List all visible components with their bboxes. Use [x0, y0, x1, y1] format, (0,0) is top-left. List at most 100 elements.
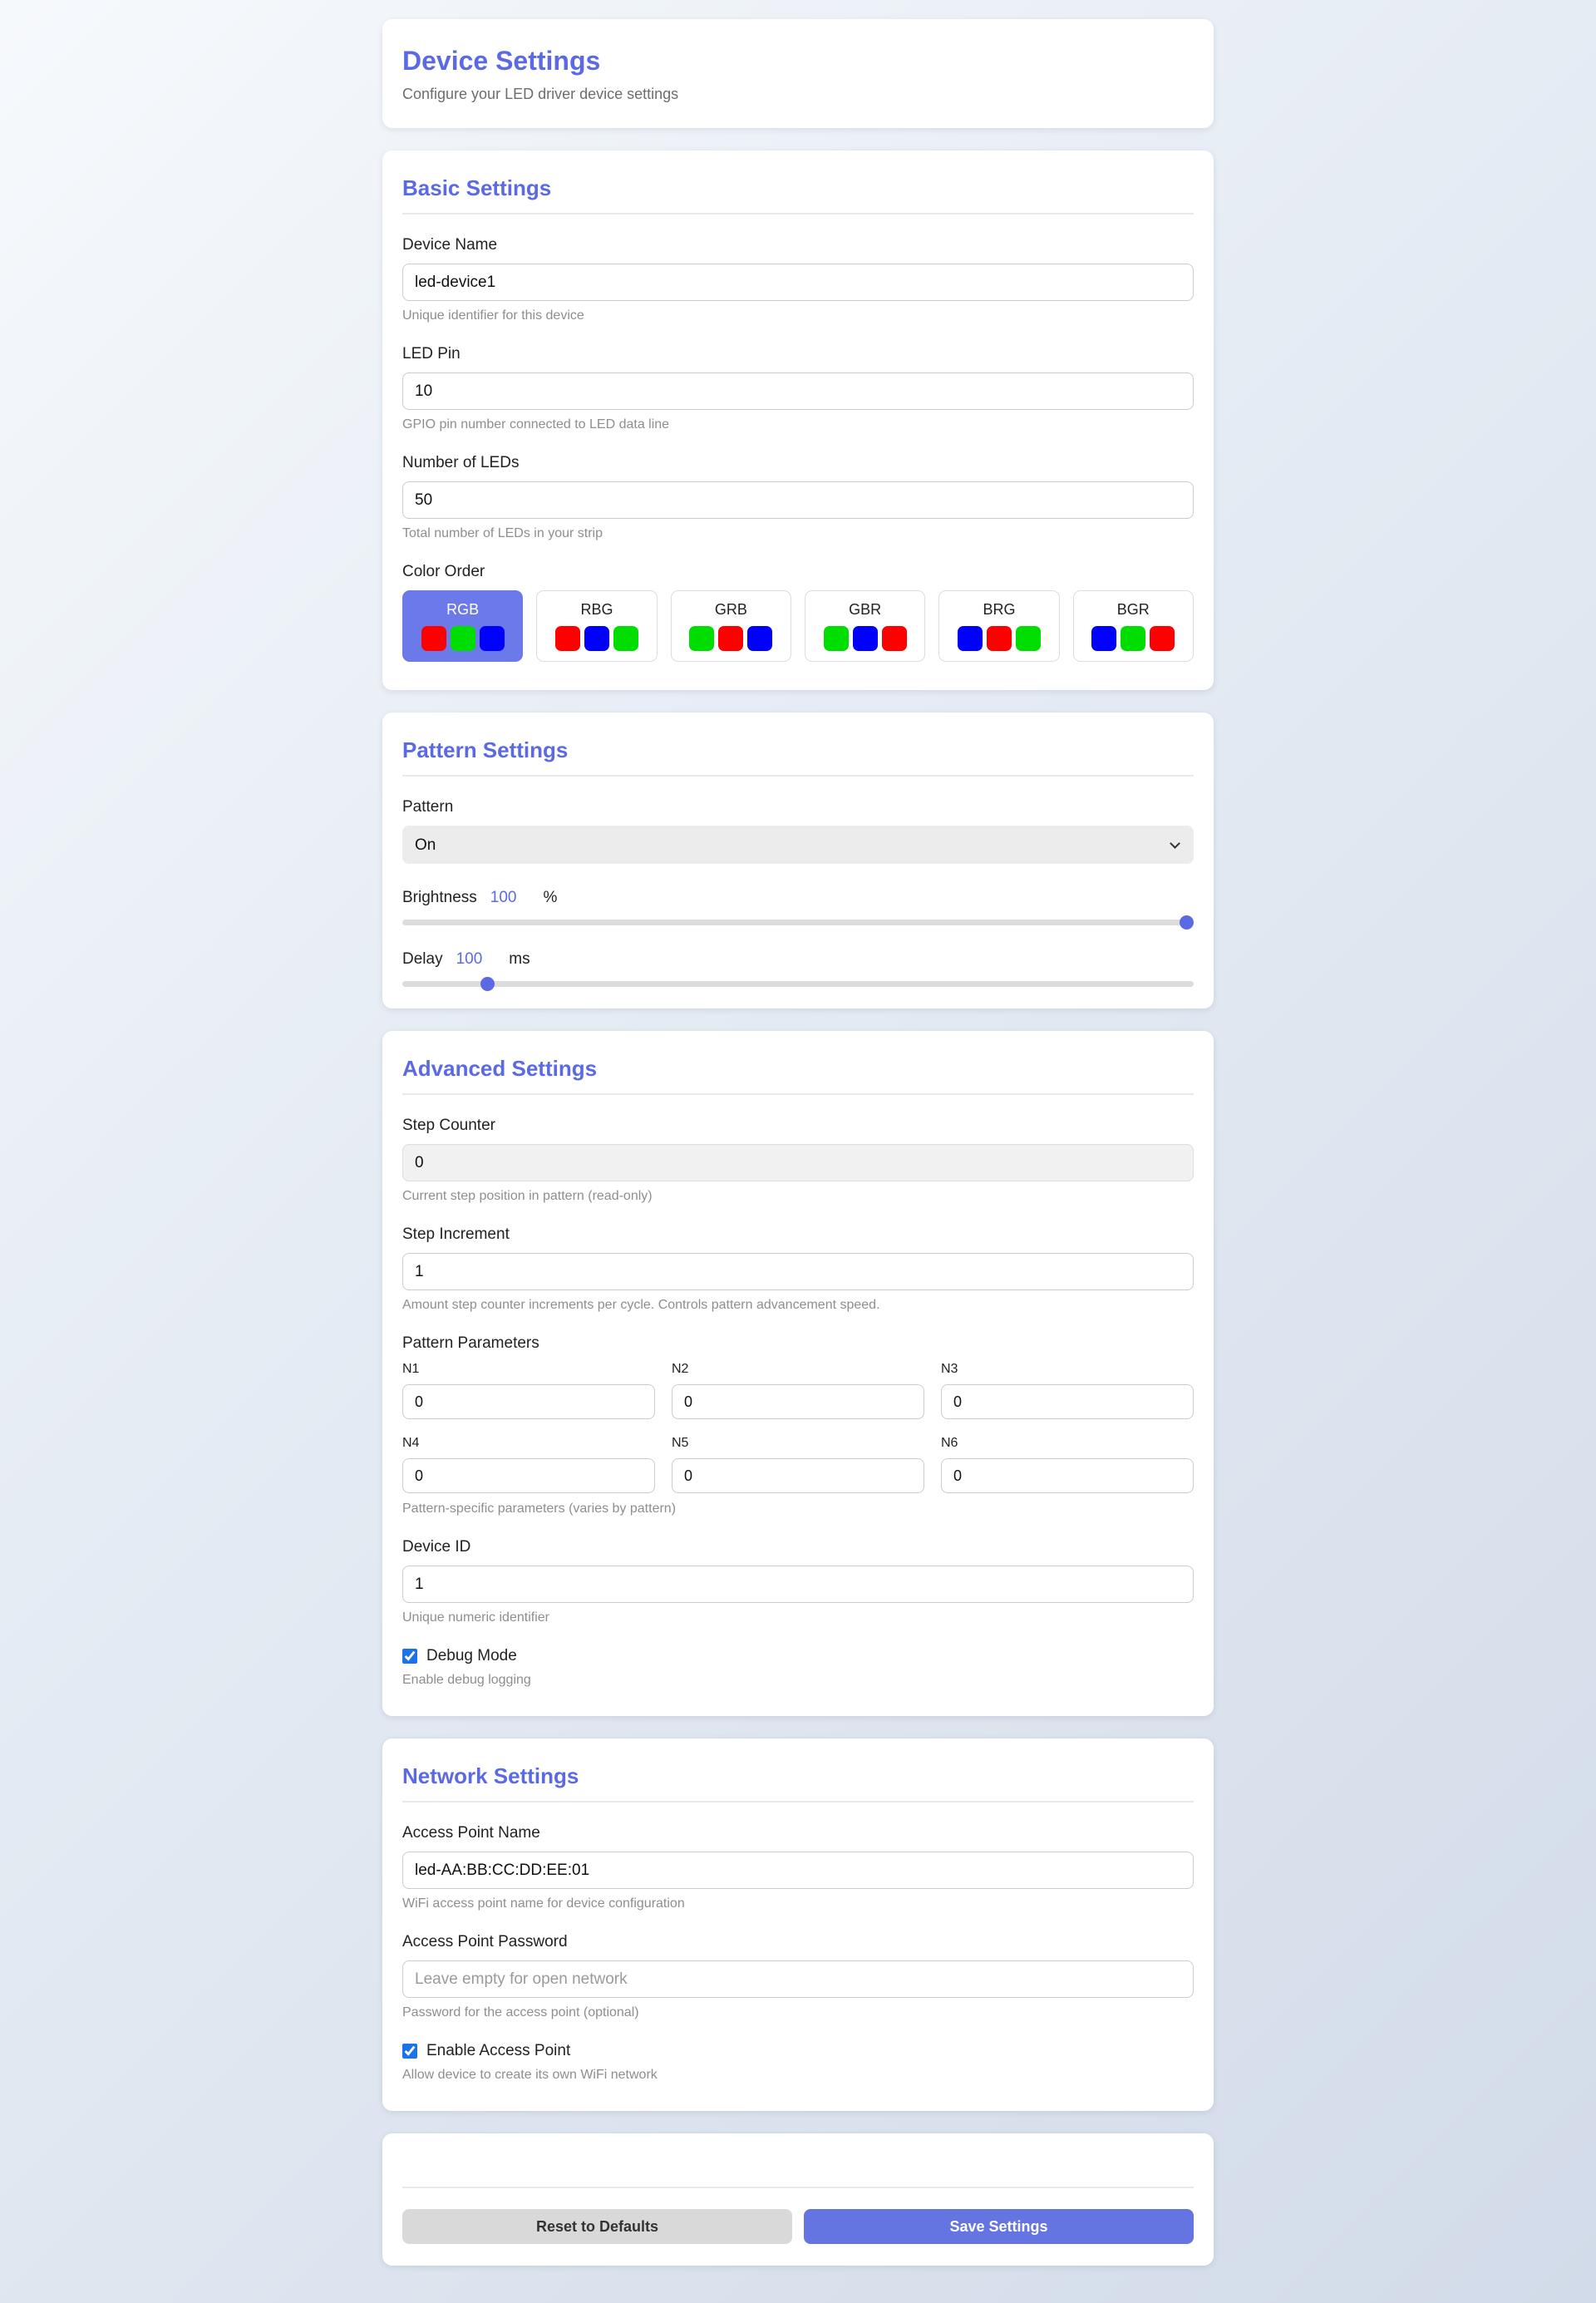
section-divider: [402, 1801, 1194, 1802]
footer-spacer: [402, 2155, 1194, 2187]
section-divider: [402, 1093, 1194, 1095]
device-id-label: Device ID: [402, 1538, 1194, 1556]
pattern-parameters-help: Pattern-specific parameters (varies by p…: [402, 1502, 1194, 1516]
color-order-option-grb[interactable]: GRB: [671, 590, 791, 662]
param-n3-label: N3: [941, 1362, 1194, 1377]
delay-head: Delay 100 ms: [402, 950, 1194, 969]
ap-password-field: Access Point Password Password for the a…: [402, 1933, 1194, 2020]
device-id-input[interactable]: [402, 1566, 1194, 1603]
color-order-group: RGB RBG GRB: [402, 590, 1194, 662]
param-n4-input[interactable]: [402, 1458, 655, 1493]
page-header-card: Device Settings Configure your LED drive…: [382, 19, 1214, 128]
param-n5-input[interactable]: [672, 1458, 924, 1493]
device-name-input[interactable]: [402, 264, 1194, 301]
section-divider: [402, 775, 1194, 777]
ap-password-input[interactable]: [402, 1960, 1194, 1998]
color-swatch: [882, 626, 907, 651]
color-order-field: Color Order RGB RBG: [402, 563, 1194, 662]
color-order-option-label: GBR: [849, 601, 881, 619]
color-swatch: [1016, 626, 1041, 651]
save-settings-button[interactable]: Save Settings: [804, 2209, 1194, 2244]
device-id-field: Device ID Unique numeric identifier: [402, 1538, 1194, 1625]
color-order-option-rbg[interactable]: RBG: [536, 590, 657, 662]
actions-divider: [402, 2187, 1194, 2188]
num-leds-input[interactable]: [402, 481, 1194, 519]
step-increment-input[interactable]: [402, 1253, 1194, 1290]
color-order-label: Color Order: [402, 563, 1194, 581]
color-swatch: [987, 626, 1012, 651]
pattern-label: Pattern: [402, 798, 1194, 816]
param-n2-label: N2: [672, 1362, 924, 1377]
color-order-option-rgb[interactable]: RGB: [402, 590, 523, 662]
brightness-value: 100: [490, 889, 517, 907]
pattern-select-wrap: On: [402, 826, 1194, 864]
color-swatches: [824, 626, 907, 651]
param-n4: N4: [402, 1436, 655, 1493]
color-swatch: [584, 626, 609, 651]
param-n6: N6: [941, 1436, 1194, 1493]
param-n1-label: N1: [402, 1362, 655, 1377]
color-order-option-brg[interactable]: BRG: [938, 590, 1059, 662]
debug-mode-checkbox[interactable]: [402, 1649, 417, 1664]
color-swatch: [613, 626, 638, 651]
color-swatches: [689, 626, 772, 651]
color-swatch: [1121, 626, 1145, 651]
color-swatch: [718, 626, 743, 651]
debug-mode-field: Debug Mode Enable debug logging: [402, 1647, 1194, 1688]
color-order-option-label: RGB: [446, 601, 479, 619]
led-pin-help: GPIO pin number connected to LED data li…: [402, 417, 1194, 432]
page-title: Device Settings: [402, 46, 1194, 76]
color-swatch: [480, 626, 505, 651]
color-swatch: [451, 626, 475, 651]
color-swatches: [555, 626, 638, 651]
param-n5: N5: [672, 1436, 924, 1493]
color-swatch: [853, 626, 878, 651]
step-increment-label: Step Increment: [402, 1225, 1194, 1244]
delay-value: 100: [456, 950, 483, 969]
color-swatch: [1091, 626, 1116, 651]
param-n2-input[interactable]: [672, 1384, 924, 1419]
enable-ap-help: Allow device to create its own WiFi netw…: [402, 2068, 1194, 2083]
debug-mode-label: Debug Mode: [426, 1647, 517, 1665]
color-order-option-label: RBG: [580, 601, 613, 619]
color-order-option-bgr[interactable]: BGR: [1073, 590, 1194, 662]
enable-ap-field: Enable Access Point Allow device to crea…: [402, 2042, 1194, 2083]
basic-settings-card: Basic Settings Device Name Unique identi…: [382, 150, 1214, 690]
page-subtitle: Configure your LED driver device setting…: [402, 86, 1194, 103]
led-pin-input[interactable]: [402, 372, 1194, 410]
device-id-help: Unique numeric identifier: [402, 1610, 1194, 1625]
color-swatch: [1150, 626, 1175, 651]
reset-defaults-button[interactable]: Reset to Defaults: [402, 2209, 792, 2244]
pattern-settings-card: Pattern Settings Pattern On Brightness 1…: [382, 713, 1214, 1008]
delay-unit: ms: [509, 950, 530, 969]
pattern-select[interactable]: On: [402, 826, 1194, 864]
step-counter-help: Current step position in pattern (read-o…: [402, 1189, 1194, 1204]
device-name-help: Unique identifier for this device: [402, 308, 1194, 323]
section-divider: [402, 213, 1194, 215]
ap-name-label: Access Point Name: [402, 1824, 1194, 1842]
pattern-parameters-field: Pattern Parameters N1 N2 N3 N4: [402, 1334, 1194, 1516]
param-n3-input[interactable]: [941, 1384, 1194, 1419]
debug-mode-help: Enable debug logging: [402, 1673, 1194, 1688]
pattern-parameters-label: Pattern Parameters: [402, 1334, 1194, 1353]
enable-ap-checkbox[interactable]: [402, 2044, 417, 2059]
param-n1: N1: [402, 1362, 655, 1419]
actions-card: Reset to Defaults Save Settings: [382, 2133, 1214, 2266]
brightness-slider[interactable]: [402, 920, 1194, 925]
color-swatches: [1091, 626, 1175, 651]
delay-group: Delay 100 ms: [402, 950, 1194, 987]
param-n6-input[interactable]: [941, 1458, 1194, 1493]
param-n1-input[interactable]: [402, 1384, 655, 1419]
ap-name-input[interactable]: [402, 1852, 1194, 1889]
color-swatch: [689, 626, 714, 651]
delay-slider[interactable]: [402, 981, 1194, 987]
param-n6-label: N6: [941, 1436, 1194, 1451]
brightness-group: Brightness 100 %: [402, 889, 1194, 925]
color-swatch: [824, 626, 849, 651]
led-pin-label: LED Pin: [402, 345, 1194, 363]
step-counter-input: [402, 1144, 1194, 1181]
step-counter-label: Step Counter: [402, 1117, 1194, 1135]
param-n4-label: N4: [402, 1436, 655, 1451]
network-settings-heading: Network Settings: [402, 1763, 1194, 1789]
color-order-option-gbr[interactable]: GBR: [805, 590, 925, 662]
